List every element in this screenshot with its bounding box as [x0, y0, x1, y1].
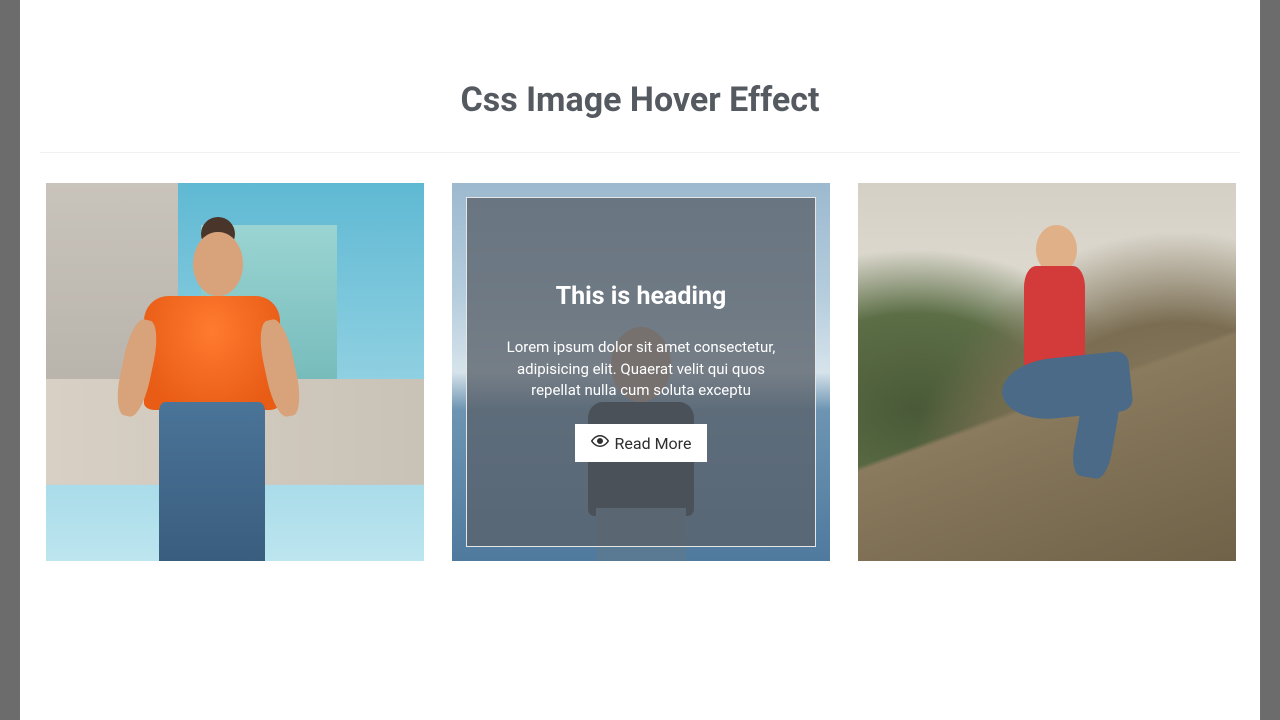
read-more-label: Read More: [615, 434, 692, 453]
card-photo: [46, 183, 424, 561]
eye-icon: [591, 432, 609, 454]
read-more-button[interactable]: Read More: [575, 424, 708, 462]
divider: [40, 152, 1240, 153]
image-card-2[interactable]: This is heading Lorem ipsum dolor sit am…: [452, 183, 830, 561]
overlay-body: Lorem ipsum dolor sit amet consectetur, …: [491, 337, 791, 402]
page-container: Css Image Hover Effect This is heading L…: [20, 0, 1260, 720]
image-card-1[interactable]: [46, 183, 424, 561]
card-row: This is heading Lorem ipsum dolor sit am…: [20, 177, 1260, 561]
overlay-heading: This is heading: [556, 282, 727, 311]
hover-overlay: This is heading Lorem ipsum dolor sit am…: [466, 197, 816, 547]
page-title: Css Image Hover Effect: [20, 20, 1260, 152]
card-photo: [858, 183, 1236, 561]
image-card-3[interactable]: [858, 183, 1236, 561]
